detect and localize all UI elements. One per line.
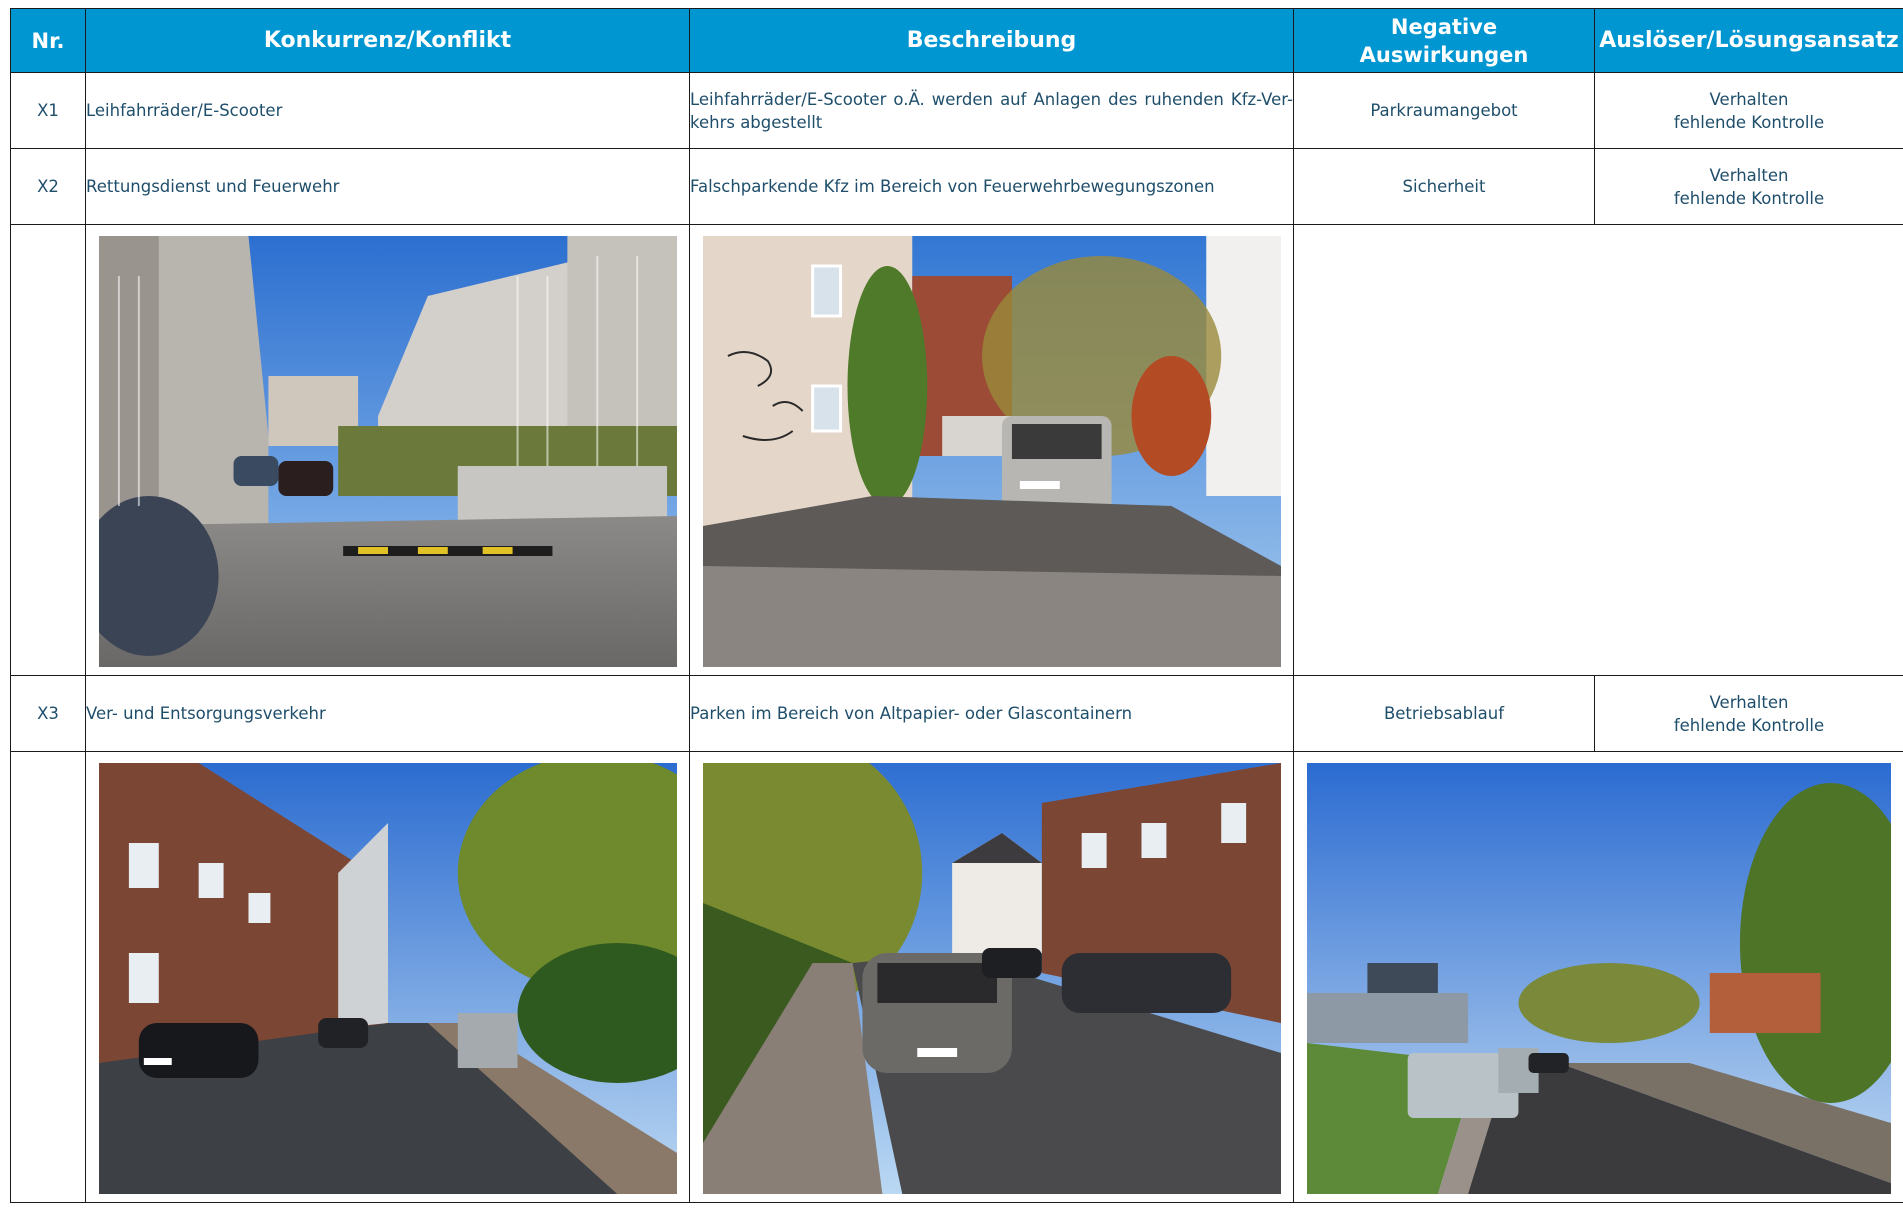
- row-negative: Sicherheit: [1293, 148, 1595, 225]
- header-nr: Nr.: [10, 8, 86, 73]
- row-ausloeser-line2: fehlende Kontrolle: [1673, 188, 1825, 208]
- header-ausloeser: Auslöser/Lösungsansatz: [1594, 8, 1903, 73]
- photo-containers-road: [1307, 763, 1891, 1194]
- photo-cell: [1293, 751, 1903, 1203]
- row-nr: X2: [10, 148, 86, 225]
- photo-row-nr-cell: [10, 224, 86, 676]
- row-negative: Betriebsablauf: [1293, 675, 1595, 752]
- row-ausloeser: Verhalten fehlende Kontrolle: [1594, 675, 1903, 752]
- row-ausloeser-line1: Verhalten: [1709, 165, 1789, 185]
- header-beschreibung: Beschreibung: [689, 8, 1294, 73]
- header-row: Nr. Konkurrenz/Konflikt Beschreibung Neg…: [10, 8, 1903, 73]
- row-konkurrenz: Ver- und Entsorgungsverkehr: [85, 675, 690, 752]
- header-konkurrenz: Konkurrenz/Konflikt: [85, 8, 690, 73]
- photo-residential-street: [99, 236, 677, 667]
- photo-cell: [85, 751, 690, 1203]
- conflict-table: Nr. Konkurrenz/Konflikt Beschreibung Neg…: [10, 8, 1903, 1203]
- row-beschreibung: Leihfahrräder/E-Scooter o.Ä. werden auf …: [689, 72, 1294, 149]
- row-nr: X1: [10, 72, 86, 149]
- row-konkurrenz: Rettungsdienst und Feuerwehr: [85, 148, 690, 225]
- photo-row: [10, 224, 1903, 676]
- row-ausloeser-line1: Verhalten: [1709, 692, 1789, 712]
- row-negative: Parkraumangebot: [1293, 72, 1595, 149]
- header-negative-line1: Negative: [1390, 14, 1498, 39]
- table-row: X2 Rettungsdienst und Feuerwehr Falschpa…: [10, 148, 1903, 225]
- row-nr: X3: [10, 675, 86, 752]
- header-negative-line2: Auswirkungen: [1359, 42, 1529, 67]
- table-row: X3 Ver- und Entsorgungsverkehr Parken im…: [10, 675, 1903, 752]
- row-ausloeser: Verhalten fehlende Kontrolle: [1594, 72, 1903, 149]
- empty-cell: [1293, 224, 1903, 676]
- row-ausloeser-line2: fehlende Kontrolle: [1673, 112, 1825, 132]
- photo-van-fire-lane: [703, 236, 1281, 667]
- photo-cell: [689, 224, 1294, 676]
- photo-cell: [85, 224, 690, 676]
- row-beschreibung: Parken im Bereich von Altpapier- oder Gl…: [689, 675, 1294, 752]
- header-negative: Negative Auswirkungen: [1293, 8, 1595, 73]
- row-beschreibung: Falschparkende Kfz im Bereich von Feuerw…: [689, 148, 1294, 225]
- row-ausloeser: Verhalten fehlende Kontrolle: [1594, 148, 1903, 225]
- table-row: X1 Leihfahrräder/E-Scooter Leihfahrräder…: [10, 72, 1903, 149]
- photo-cell: [689, 751, 1294, 1203]
- row-ausloeser-line2: fehlende Kontrolle: [1673, 715, 1825, 735]
- photo-parked-car-sidewalk: [703, 763, 1281, 1194]
- row-ausloeser-line1: Verhalten: [1709, 89, 1789, 109]
- row-konkurrenz: Leihfahrräder/E-Scooter: [85, 72, 690, 149]
- photo-brick-street-containers: [99, 763, 677, 1194]
- photo-row-nr-cell: [10, 751, 86, 1203]
- photo-row: [10, 751, 1903, 1203]
